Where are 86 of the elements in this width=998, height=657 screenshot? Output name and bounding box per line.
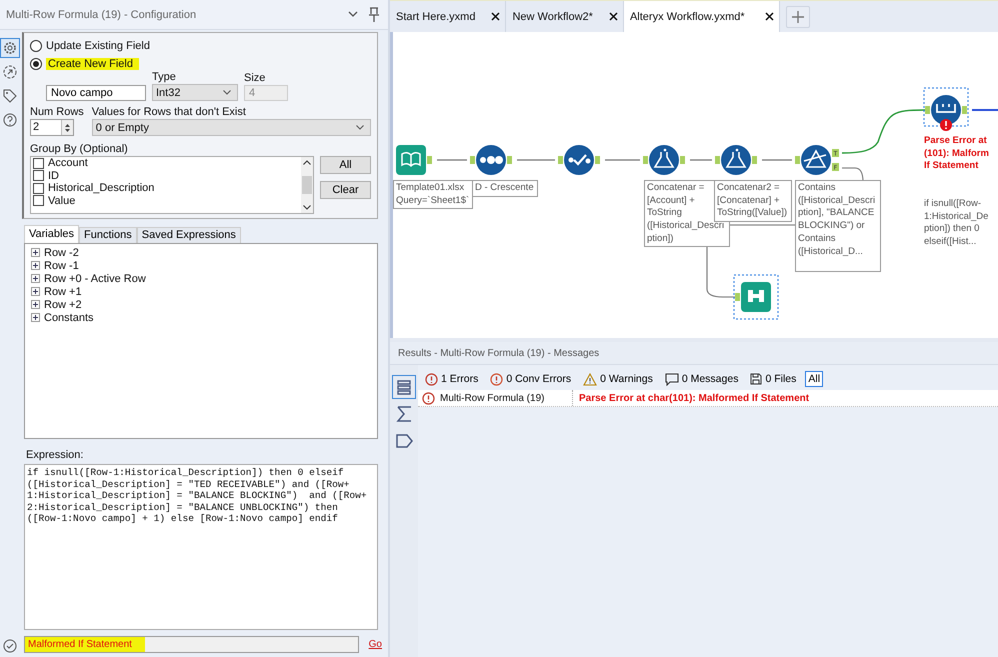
expand-icon[interactable] [31, 261, 40, 270]
close-icon[interactable] [491, 12, 500, 21]
checkbox[interactable] [33, 158, 44, 169]
num-rows-label: Num Rows [30, 105, 84, 119]
warning-icon [583, 372, 598, 386]
filter-button[interactable]: 0 Warnings [580, 370, 656, 388]
expand-icon[interactable] [31, 287, 40, 296]
num-rows-spinner[interactable]: 2 [30, 119, 74, 136]
tree-item[interactable]: Row +1 [44, 286, 82, 298]
checkbox[interactable] [33, 170, 44, 182]
expand-icon[interactable] [31, 248, 40, 257]
checkbox[interactable] [33, 195, 44, 206]
type-dropdown[interactable]: Int32 [152, 84, 238, 101]
filter-button[interactable]: 1 Errors [422, 370, 482, 388]
connector-line [972, 109, 998, 111]
radio-label[interactable]: Create New Field [46, 58, 139, 70]
filter-button[interactable]: 0 Conv Errors [487, 370, 574, 388]
list-button[interactable]: All [320, 156, 371, 174]
list-button[interactable]: Clear [320, 181, 371, 199]
expression-editor[interactable]: if isnull([Row-1:Historical_Description]) then 0 elseif ([Historical_Description] = "TED RECEIVABLE") and ([Row+ 1:Historical_Description] = "BALANCE BLOCKING") and ([Row+ 2:Historical_Description] = "BALANCE UNBLOCKING") then ([Row-1:Novo campo] + 1) else [Row-1:Novo campo] endif [24, 464, 378, 630]
scrollbar[interactable] [301, 157, 313, 213]
chevron-up-icon[interactable] [303, 160, 311, 165]
check-circle-icon [3, 639, 17, 653]
checkbox[interactable] [33, 182, 44, 194]
new-tab-button[interactable] [786, 6, 810, 28]
list-icon[interactable] [392, 375, 416, 399]
field-name-input[interactable]: Novo campo [46, 85, 146, 101]
workflow-tab[interactable]: Alteryx Workflow.yxmd* [624, 1, 780, 32]
filter-button[interactable]: All [805, 371, 824, 387]
chevron-down-icon[interactable] [303, 205, 311, 210]
expand-icon[interactable] [31, 300, 40, 309]
filter-button[interactable]: 0 Messages [662, 370, 742, 388]
field-label[interactable]: Value [48, 194, 76, 207]
tool-annotation: D - Crescente [472, 180, 538, 197]
close-icon[interactable] [608, 12, 618, 21]
tab[interactable]: Variables [24, 225, 80, 243]
tab[interactable]: Saved Expressions [136, 227, 241, 243]
radio-label[interactable]: Update Existing Field [46, 40, 150, 52]
book-tool-node[interactable] [396, 145, 432, 175]
filter-button[interactable]: 0 Files [747, 371, 800, 387]
plus-icon [792, 10, 804, 22]
tab[interactable]: Functions [79, 227, 137, 243]
status-field: Malformed If Statement [24, 636, 359, 653]
expand-icon[interactable] [31, 274, 40, 283]
error-icon [490, 372, 504, 386]
flask-tool-node[interactable] [715, 145, 757, 175]
error-icon [422, 392, 435, 404]
tree-item[interactable]: Row -1 [44, 260, 79, 272]
settings-icon[interactable] [0, 38, 20, 58]
chevron-down-icon[interactable] [348, 11, 358, 18]
message-tool: Multi-Row Formula (19) [440, 392, 544, 404]
missing-rows-dropdown[interactable]: 0 or Empty [92, 119, 371, 136]
field-label[interactable]: ID [48, 170, 59, 182]
flask-tool-node[interactable] [643, 145, 685, 175]
dots-tool-node[interactable] [470, 145, 512, 175]
expression-label: Expression: [26, 448, 84, 462]
tool-annotation: Contains ([Historical_Descri ption], "BALANCE BLOCKING") or Contains ([Historical_D... [795, 180, 881, 272]
tree-item[interactable]: Row +2 [44, 298, 82, 310]
close-icon[interactable] [764, 12, 774, 21]
pin-icon[interactable] [368, 7, 380, 22]
missing-rows-label: Values for Rows that don't Exist [92, 105, 247, 119]
tool-annotation: Concatenar2 = [Concatenar] + ToString([Value]) [714, 180, 792, 222]
check-tool-node[interactable] [558, 145, 600, 175]
speech-bubble-icon [664, 372, 679, 386]
panel-title: Multi-Row Formula (19) - Configuration [6, 8, 198, 20]
tree-item[interactable]: Row -2 [44, 246, 79, 258]
results-title: Results - Multi-Row Formula (19) - Messages [398, 348, 600, 358]
tree-item[interactable]: Constants [44, 312, 94, 324]
group-by-label: Group By (Optional) [30, 142, 129, 156]
chevron-down-icon [356, 125, 364, 130]
type-label: Type [152, 70, 177, 84]
expand-icon[interactable] [31, 313, 40, 322]
tree-item[interactable]: Row +0 - Active Row [44, 272, 146, 284]
tool-annotation: Template01.xlsx Query=`Sheet1$` [393, 180, 473, 210]
tool-annotation: if isnull([Row- 1:Historical_De ption]) then 0 elseif([Hist... [924, 198, 990, 249]
error-annotation: Parse Error at (101): Malform If Statement [924, 135, 990, 174]
go-link[interactable]: Go [368, 639, 382, 650]
field-label[interactable]: Account [48, 157, 88, 170]
size-label: Size [244, 71, 266, 85]
message-text: Parse Error at char(101): Malformed If Statement [578, 392, 810, 404]
radio-button[interactable] [30, 58, 42, 70]
radio-button[interactable] [30, 40, 42, 52]
spinner-arrows-icon[interactable] [64, 122, 71, 134]
error-icon [425, 372, 438, 386]
chevron-down-icon [223, 90, 231, 95]
field-label[interactable]: Historical_Description [48, 182, 154, 194]
